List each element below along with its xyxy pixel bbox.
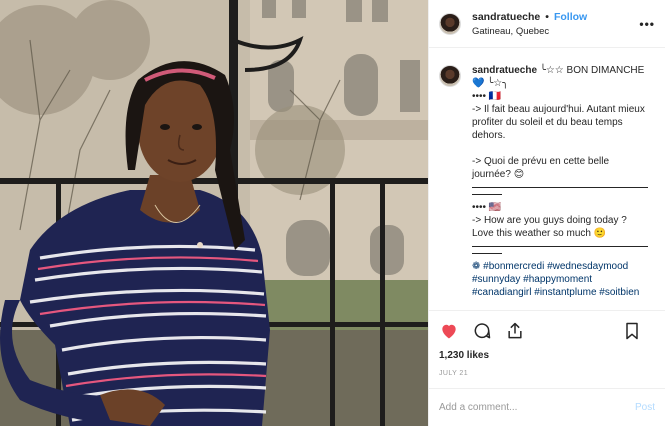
photo-illustration — [0, 0, 428, 426]
caption-hashtags[interactable]: ❁ #bonmercredi #wednesdaymood #sunnyday … — [472, 260, 648, 299]
follow-button[interactable]: Follow — [554, 11, 587, 23]
username-link[interactable]: sandratueche — [472, 11, 540, 23]
post-actions-bar — [429, 310, 665, 350]
caption-avatar[interactable] — [439, 65, 461, 87]
caption-short-divider-2 — [472, 253, 502, 254]
caption-divider-2 — [472, 246, 648, 247]
post-side-panel: sandratueche • Follow Gatineau, Quebec •… — [428, 0, 665, 426]
instagram-post: sandratueche • Follow Gatineau, Quebec •… — [0, 0, 665, 426]
caption-line-7: •••• 🇺🇸 — [472, 202, 502, 213]
post-date: JULY 21 — [439, 370, 469, 377]
post-header: sandratueche • Follow Gatineau, Quebec •… — [429, 0, 665, 48]
caption-text: sandratueche ╰☆☆ BON DIMANCHE 💙 ╰☆╮ ••••… — [472, 64, 648, 310]
bookmark-icon[interactable] — [622, 321, 642, 341]
caption-line-3: •••• 🇫🇷 — [472, 91, 502, 102]
avatar[interactable] — [439, 12, 461, 35]
separator-dot: • — [545, 10, 549, 23]
caption-divider — [472, 187, 648, 188]
caption-line-6: -> Quoi de prévu en cette belle journée?… — [472, 156, 610, 180]
caption-gap — [472, 142, 648, 155]
post-photo[interactable] — [0, 0, 428, 426]
share-icon[interactable] — [505, 321, 525, 341]
more-options-icon[interactable]: ••• — [639, 17, 655, 31]
location-link[interactable]: Gatineau, Quebec — [472, 26, 587, 37]
caption-username[interactable]: sandratueche — [472, 65, 537, 76]
heart-icon[interactable] — [439, 321, 459, 341]
header-user-info: sandratueche • Follow Gatineau, Quebec — [472, 11, 587, 37]
comment-bar: Post — [429, 388, 665, 426]
caption-line-1: sandratueche ╰☆☆ BON DIMANCHE — [472, 65, 645, 76]
caption-line-4: -> Il fait beau aujourd'hui. Autant mieu… — [472, 104, 645, 141]
header-username-row: sandratueche • Follow — [472, 11, 587, 23]
post-comment-button[interactable]: Post — [635, 402, 655, 413]
caption-section: sandratueche ╰☆☆ BON DIMANCHE 💙 ╰☆╮ ••••… — [429, 48, 665, 310]
caption-short-divider — [472, 194, 502, 195]
comment-input[interactable] — [439, 402, 619, 413]
caption-line-2: 💙 ╰☆╮ — [472, 78, 509, 89]
likes-count[interactable]: 1,230 likes — [429, 350, 665, 366]
comment-bubble-icon[interactable] — [472, 321, 492, 341]
caption-line-8: -> How are you guys doing today ? Love t… — [472, 215, 627, 239]
